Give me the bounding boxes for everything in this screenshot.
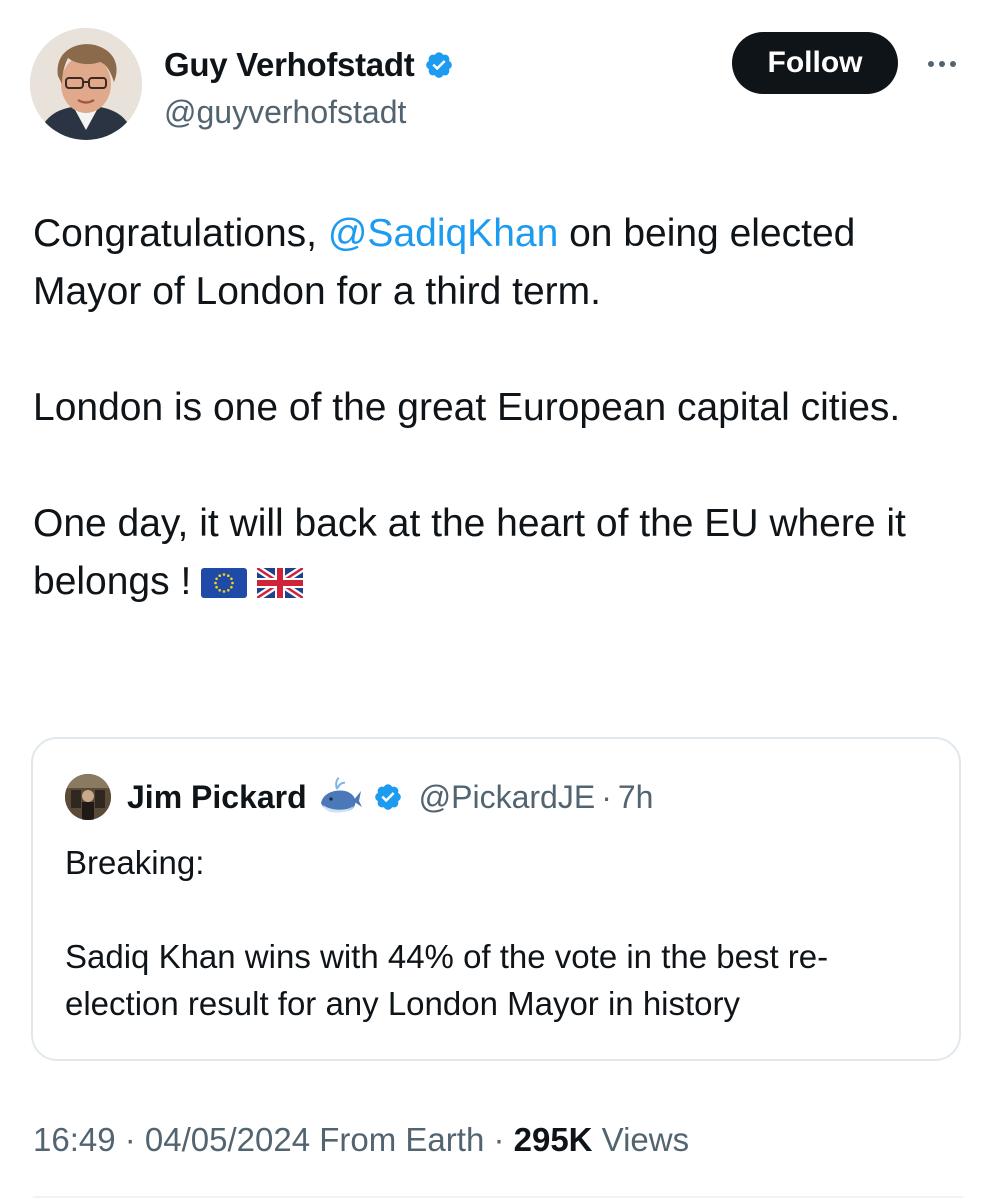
follow-button[interactable]: Follow (732, 32, 898, 94)
profile-photo-icon (30, 28, 142, 140)
views-count[interactable]: 295K (514, 1121, 593, 1158)
quoted-profile-photo-icon (65, 774, 111, 820)
views-label: Views (592, 1121, 690, 1158)
quoted-tweet-body: Breaking: Sadiq Khan wins with 44% of th… (65, 839, 935, 1027)
tweet-time[interactable]: 16:49 (33, 1121, 116, 1158)
tweet-paragraph-2: London is one of the great European capi… (33, 386, 901, 429)
verified-badge-icon (426, 52, 453, 78)
quoted-separator: · (601, 778, 612, 815)
quoted-line-1: Breaking: (65, 844, 205, 881)
whale-emoji-icon (320, 777, 362, 813)
uk-flag-icon (257, 568, 304, 598)
eu-flag-icon (201, 568, 248, 598)
author-name-row: Guy Verhofstadt (164, 46, 454, 84)
tweet-source: From Earth (310, 1121, 485, 1158)
quoted-author-handle[interactable]: @PickardJE (419, 779, 596, 816)
quoted-tweet-header: Jim Pickard @PickardJE · 7h (65, 771, 653, 823)
tweet-paragraph-1: Congratulations, @SadiqKhan on being ele… (33, 212, 856, 313)
quoted-line-2: Sadiq Khan wins with 44% of the vote in … (65, 938, 829, 1022)
author-display-name[interactable]: Guy Verhofstadt (164, 46, 415, 84)
tweet-paragraph-3: One day, it will back at the heart of th… (33, 502, 906, 603)
tweet-date[interactable]: 04/05/2024 (145, 1121, 310, 1158)
quoted-author-avatar[interactable] (65, 774, 111, 820)
author-handle[interactable]: @guyverhofstadt (164, 94, 406, 131)
quoted-timestamp[interactable]: 7h (618, 779, 654, 816)
tweet-header: Guy Verhofstadt @guyverhofstadt Follow (30, 28, 970, 146)
divider (33, 1196, 963, 1198)
quoted-author-name[interactable]: Jim Pickard (127, 779, 307, 816)
author-avatar[interactable] (30, 28, 142, 140)
quoted-tweet-card[interactable]: Jim Pickard @PickardJE · 7h Breaking: Sa… (31, 737, 961, 1061)
tweet-metadata: 16:49 · 04/05/2024 From Earth · 295K Vie… (33, 1121, 690, 1158)
tweet-body: Congratulations, @SadiqKhan on being ele… (33, 205, 963, 611)
more-options-icon[interactable] (920, 50, 964, 78)
mention-link[interactable]: @SadiqKhan (328, 212, 558, 255)
quoted-verified-badge-icon (374, 784, 401, 810)
